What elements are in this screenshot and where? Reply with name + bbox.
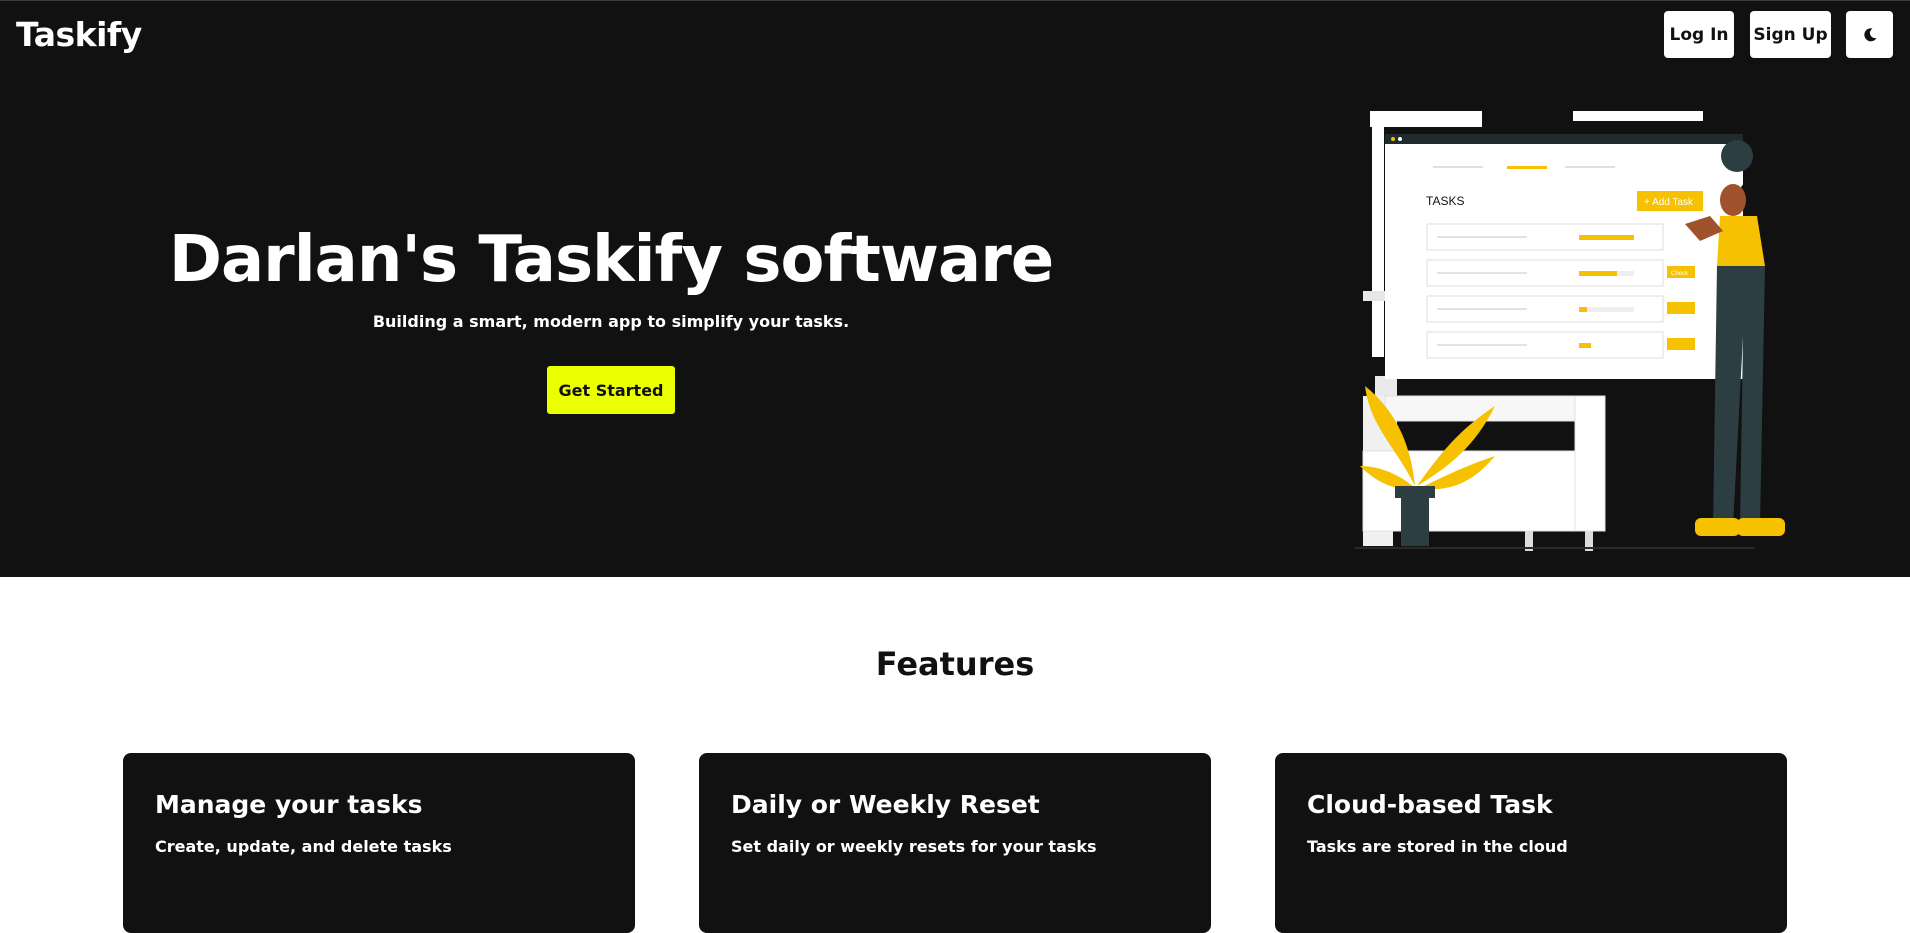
illustration-check-label: Check xyxy=(1671,271,1689,277)
hero-section: Taskify Log In Sign Up Darlan's Taskify … xyxy=(0,0,1910,577)
feature-card: Manage your tasks Create, update, and de… xyxy=(123,753,635,933)
signup-button[interactable]: Sign Up xyxy=(1750,11,1831,58)
login-button[interactable]: Log In xyxy=(1664,11,1734,58)
feature-card: Daily or Weekly Reset Set daily or weekl… xyxy=(699,753,1211,933)
hero-subtitle: Building a smart, modern app to simplify… xyxy=(372,312,850,331)
feature-card-title: Daily or Weekly Reset xyxy=(731,790,1040,819)
feature-card-description: Set daily or weekly resets for your task… xyxy=(731,837,1097,856)
illustration-add-task-label: + Add Task xyxy=(1644,197,1694,208)
feature-card: Cloud-based Task Tasks are stored in the… xyxy=(1275,753,1787,933)
feature-card-title: Cloud-based Task xyxy=(1307,790,1553,819)
theme-toggle-button[interactable] xyxy=(1846,11,1893,58)
illustration-tasks-label: TASKS xyxy=(1426,194,1464,208)
moon-icon xyxy=(1863,27,1876,41)
features-heading: Features xyxy=(875,645,1035,683)
feature-card-title: Manage your tasks xyxy=(155,790,423,819)
hero-illustration: TASKS + Add Task Check xyxy=(1355,111,1785,551)
feature-card-description: Tasks are stored in the cloud xyxy=(1307,837,1568,856)
brand-logo[interactable]: Taskify xyxy=(16,15,142,54)
get-started-button[interactable]: Get Started xyxy=(547,366,675,414)
hero-title: Darlan's Taskify software xyxy=(168,223,1054,297)
feature-card-description: Create, update, and delete tasks xyxy=(155,837,452,856)
